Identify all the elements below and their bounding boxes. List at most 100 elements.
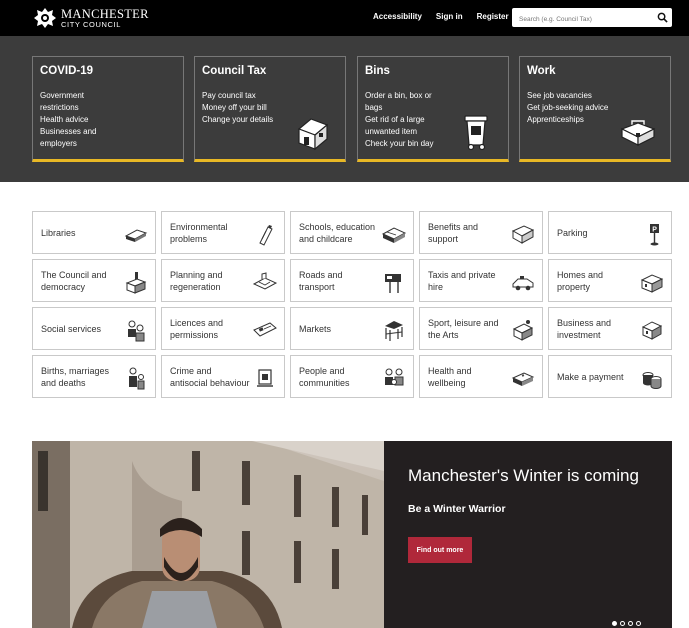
community-icon: [385, 368, 404, 386]
tile-link[interactable]: Order a bin, box or: [365, 90, 433, 102]
tile-link[interactable]: Apprenticeships: [527, 114, 608, 126]
tile-link[interactable]: Businesses and: [40, 126, 96, 138]
service-roads-transport[interactable]: Roads and transport: [290, 259, 414, 302]
town-hall-icon: [125, 272, 147, 294]
tile-work[interactable]: Work See job vacancies Get job-seeking a…: [519, 56, 671, 162]
service-label: The Council and democracy: [41, 269, 107, 292]
service-markets[interactable]: Markets: [290, 307, 414, 350]
council-logo[interactable]: MANCHESTER CITY COUNCIL: [33, 5, 149, 31]
tile-council-tax[interactable]: Council Tax Pay council tax Money off yo…: [194, 56, 346, 162]
service-label: Make a payment: [557, 371, 624, 382]
service-label: Markets: [299, 323, 332, 334]
service-council-democracy[interactable]: The Council and democracy: [32, 259, 156, 302]
carousel-dot[interactable]: [628, 621, 633, 626]
tile-links: Order a bin, box or bags Get rid of a la…: [365, 90, 433, 150]
tile-link[interactable]: Government: [40, 90, 96, 102]
service-parking[interactable]: Parking P: [548, 211, 672, 254]
service-label: People and communities: [299, 365, 350, 388]
service-environmental-problems[interactable]: Environmental problems: [161, 211, 285, 254]
service-business-investment[interactable]: Business and investment: [548, 307, 672, 350]
market-stall-icon: [385, 321, 403, 341]
logo-line-2: CITY COUNCIL: [61, 20, 121, 29]
service-people-communities[interactable]: People and communities: [290, 355, 414, 398]
licence-card-icon: [253, 322, 277, 337]
tile-link[interactable]: See job vacancies: [527, 90, 608, 102]
service-label: Schools, education and childcare: [299, 221, 376, 244]
house-icon: [297, 118, 329, 151]
service-libraries[interactable]: Libraries: [32, 211, 156, 254]
service-crime-antisocial-behaviour[interactable]: Crime and antisocial behaviour: [161, 355, 285, 398]
service-label: Environmental problems: [170, 221, 228, 244]
search-input[interactable]: [512, 10, 652, 29]
tile-links: Pay council tax Money off your bill Chan…: [202, 90, 273, 126]
coins-icon: [642, 372, 662, 389]
tile-link[interactable]: Change your details: [202, 114, 273, 126]
tile-link[interactable]: restrictions: [40, 102, 96, 114]
building-icon: [641, 321, 663, 340]
service-label: Births, marriages and deaths: [41, 365, 110, 388]
service-label: Planning and regeneration: [170, 269, 223, 292]
service-label: Benefits and support: [428, 221, 479, 244]
promo-subtitle: Be a Winter Warrior: [408, 503, 506, 515]
service-schools-education-childcare[interactable]: Schools, education and childcare: [290, 211, 414, 254]
service-label: Business and investment: [557, 317, 612, 340]
house-block-icon: [640, 274, 664, 293]
accessibility-link[interactable]: Accessibility: [373, 12, 422, 21]
register-link[interactable]: Register: [477, 12, 509, 21]
tile-title: Bins: [365, 65, 390, 77]
warning-sign-icon: [257, 369, 273, 387]
parking-sign-icon: P: [650, 224, 659, 246]
service-label: Parking: [557, 227, 588, 238]
first-aid-icon: [511, 372, 535, 386]
tile-link[interactable]: Get rid of a large: [365, 114, 433, 126]
find-out-more-button[interactable]: Find out more: [408, 537, 472, 563]
envelope-icon: [511, 225, 535, 244]
service-taxis-private-hire[interactable]: Taxis and private hire: [419, 259, 543, 302]
tile-links: See job vacancies Get job-seeking advice…: [527, 90, 608, 126]
tile-link[interactable]: Check your bin day: [365, 138, 433, 150]
book-icon: [124, 229, 148, 242]
service-planning-regeneration[interactable]: Planning and regeneration: [161, 259, 285, 302]
people-icon: [128, 320, 145, 342]
map-icon: [252, 272, 278, 290]
search-icon[interactable]: [657, 12, 668, 23]
spray-can-icon: [259, 225, 273, 246]
service-social-services[interactable]: Social services: [32, 307, 156, 350]
service-benefits-support[interactable]: Benefits and support: [419, 211, 543, 254]
tile-link[interactable]: Get job-seeking advice: [527, 102, 608, 114]
crest-icon: [34, 8, 56, 28]
tile-link[interactable]: unwanted item: [365, 126, 433, 138]
tile-link[interactable]: bags: [365, 102, 433, 114]
service-label: Social services: [41, 323, 102, 334]
service-label: Taxis and private hire: [428, 269, 496, 292]
service-homes-property[interactable]: Homes and property: [548, 259, 672, 302]
tile-link[interactable]: Money off your bill: [202, 102, 273, 114]
service-label: Homes and property: [557, 269, 604, 292]
carousel-dot[interactable]: [620, 621, 625, 626]
road-sign-icon: [385, 274, 401, 293]
service-label: Libraries: [41, 227, 76, 238]
wheelie-bin-icon: [464, 115, 488, 151]
tile-bins[interactable]: Bins Order a bin, box or bags Get rid of…: [357, 56, 509, 162]
tile-link[interactable]: employers: [40, 138, 96, 150]
promo-title: Manchester's Winter is coming: [408, 466, 639, 485]
service-licences-permissions[interactable]: Licences and permissions: [161, 307, 285, 350]
tile-link[interactable]: Health advice: [40, 114, 96, 126]
service-label: Sport, leisure and the Arts: [428, 317, 499, 340]
header-links: Accessibility Sign in Register: [373, 12, 523, 21]
tile-title: Work: [527, 65, 556, 77]
service-sport-leisure-arts[interactable]: Sport, leisure and the Arts: [419, 307, 543, 350]
tile-covid-19[interactable]: COVID-19 Government restrictions Health …: [32, 56, 184, 162]
carousel-dot[interactable]: [612, 621, 617, 626]
service-make-a-payment[interactable]: Make a payment: [548, 355, 672, 398]
tile-title: COVID-19: [40, 65, 94, 77]
logo-line-1: MANCHESTER: [61, 6, 149, 21]
service-births-marriages-deaths[interactable]: Births, marriages and deaths: [32, 355, 156, 398]
tile-link[interactable]: Pay council tax: [202, 90, 273, 102]
carousel-dot[interactable]: [636, 621, 641, 626]
featured-services-band: COVID-19 Government restrictions Health …: [0, 36, 689, 182]
taxi-icon: [512, 276, 534, 291]
service-health-wellbeing[interactable]: Health and wellbeing: [419, 355, 543, 398]
sign-in-link[interactable]: Sign in: [436, 12, 463, 21]
tile-title: Council Tax: [202, 65, 267, 77]
